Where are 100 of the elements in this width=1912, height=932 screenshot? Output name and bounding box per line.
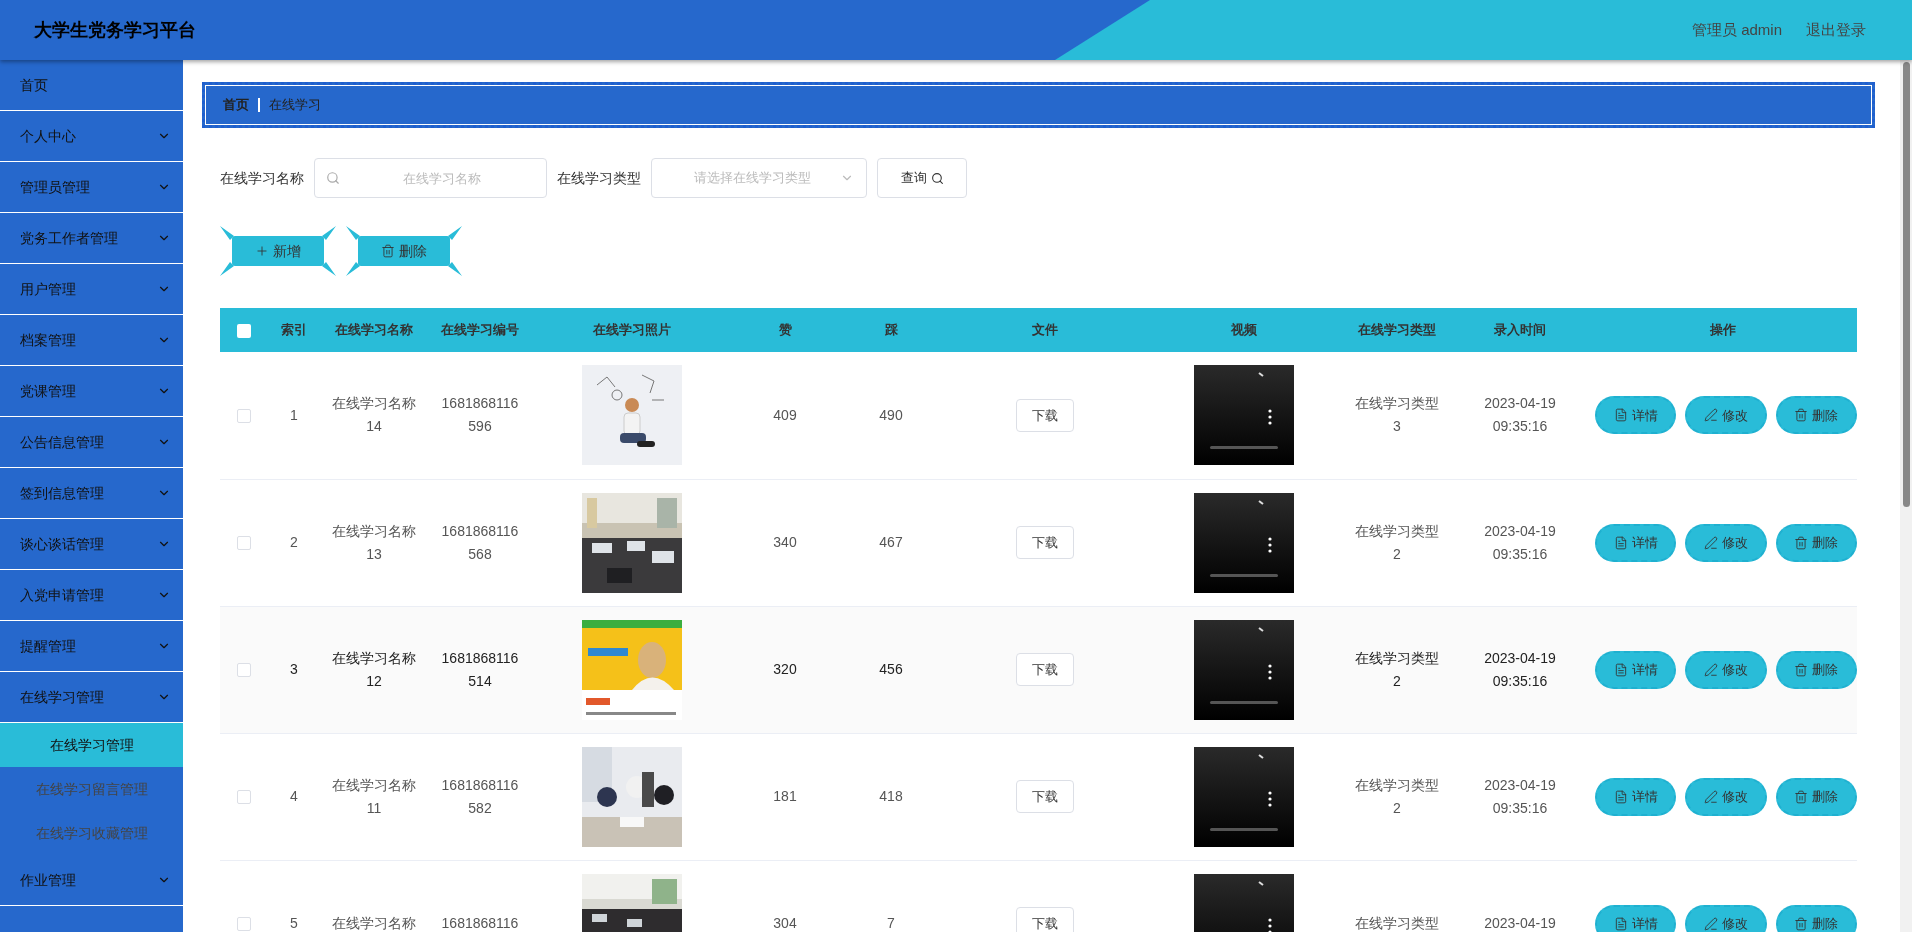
table-cell-text: 1681868116 — [441, 914, 519, 932]
sidebar-item[interactable]: 首页 — [0, 60, 183, 111]
name-search-field[interactable]: 在线学习名称 — [314, 158, 547, 198]
delete-button[interactable]: 删除 — [346, 226, 462, 276]
row-checkbox[interactable] — [237, 790, 251, 805]
edit-button[interactable]: 修改 — [1685, 650, 1767, 689]
sidebar-item[interactable]: 作业管理 — [0, 855, 183, 906]
row-checkbox[interactable] — [237, 917, 251, 932]
table-cell-text: 在线学习名称 12 — [332, 648, 416, 691]
trash-icon — [1794, 535, 1809, 550]
breadcrumb-link[interactable]: 在线学习 — [269, 95, 321, 115]
sidebar-item[interactable]: 用户管理 — [0, 264, 183, 315]
pencil-icon — [1704, 916, 1718, 931]
column-header: 文件 — [944, 308, 1146, 352]
column-header: 在线学习类型 — [1342, 308, 1452, 352]
table-cell: 409 — [773, 406, 797, 423]
video-player[interactable] — [1194, 619, 1294, 720]
table-cell: 7 — [887, 915, 895, 931]
column-header: 踩 — [838, 308, 944, 352]
table-cell-text: 1681868116 582 — [441, 775, 519, 818]
pencil-icon — [1704, 408, 1718, 423]
table-cell-text: 在线学习类型 3 — [1355, 394, 1439, 437]
sidebar-item[interactable]: 公告信息管理 — [0, 417, 183, 468]
download-button[interactable]: 下载 — [1016, 398, 1074, 432]
logout-link[interactable]: 退出登录 — [1806, 18, 1866, 42]
row-checkbox[interactable] — [237, 663, 251, 678]
details-button[interactable]: 详情 — [1595, 523, 1677, 562]
sidebar-item[interactable]: 党课管理 — [0, 366, 183, 417]
sidebar-item[interactable]: 入党申请管理 — [0, 570, 183, 621]
select-all-checkbox[interactable] — [237, 323, 251, 338]
video-player[interactable] — [1194, 365, 1294, 466]
search-icon — [326, 171, 340, 185]
pencil-icon — [1704, 535, 1718, 550]
table-cell-text: 在线学习类型 2 — [1355, 775, 1439, 818]
edit-button[interactable]: 修改 — [1685, 396, 1767, 435]
delete-button[interactable]: 删除 — [1775, 396, 1857, 435]
sidebar-item[interactable]: 党务工作者管理 — [0, 213, 183, 264]
table-cell: 456 — [879, 661, 903, 677]
table-cell-text: 在线学习名称 14 — [332, 394, 416, 437]
sidebar-item[interactable]: 签到信息管理 — [0, 468, 183, 519]
details-button[interactable]: 详情 — [1595, 904, 1677, 932]
table-cell: 2 — [290, 534, 298, 550]
column-header: 在线学习照片 — [532, 308, 732, 352]
trash-icon — [1794, 408, 1809, 423]
trash-icon — [1794, 789, 1809, 804]
details-button[interactable]: 详情 — [1595, 650, 1677, 689]
sidebar-item[interactable]: 档案管理 — [0, 315, 183, 366]
delete-button[interactable]: 删除 — [1775, 777, 1857, 816]
edit-button[interactable]: 修改 — [1685, 523, 1767, 562]
video-player[interactable] — [1194, 492, 1294, 593]
row-checkbox[interactable] — [237, 409, 251, 424]
table-cell-text: 在线学习名称 13 — [332, 521, 416, 564]
column-header: 录入时间 — [1452, 308, 1588, 352]
download-button[interactable]: 下载 — [1016, 526, 1074, 559]
table-cell-text: 在线学习名称 — [332, 914, 416, 932]
column-header: 操作 — [1588, 308, 1857, 352]
download-button[interactable]: 下载 — [1016, 653, 1074, 686]
table-cell: 418 — [879, 788, 903, 804]
column-header: 在线学习名称 — [320, 308, 428, 352]
edit-button[interactable]: 修改 — [1685, 904, 1767, 932]
column-header: 索引 — [268, 308, 320, 352]
table-cell-text: 在线学习名称 11 — [332, 775, 416, 818]
field-label: 在线学习类型 — [557, 168, 641, 188]
table-cell: 304 — [773, 915, 797, 931]
site-title: 大学生党务学习平台 — [34, 18, 196, 42]
sidebar-item[interactable]: 提醒管理 — [0, 621, 183, 672]
column-header: 视频 — [1146, 308, 1342, 352]
table-cell-text: 1681868116 568 — [441, 521, 519, 564]
table-cell-text: 2023-04-19 09:35:16 — [1484, 648, 1556, 691]
sidebar-item[interactable]: 个人中心 — [0, 111, 183, 162]
document-icon — [1613, 916, 1628, 931]
video-player[interactable] — [1194, 746, 1294, 847]
sidebar-item[interactable]: 谈心谈话管理 — [0, 519, 183, 570]
delete-button[interactable]: 删除 — [1775, 523, 1857, 562]
trash-icon — [381, 244, 395, 258]
table-cell: 340 — [773, 534, 797, 550]
details-button[interactable]: 详情 — [1595, 396, 1677, 435]
document-icon — [1613, 789, 1628, 804]
row-checkbox[interactable] — [237, 536, 251, 551]
download-button[interactable]: 下载 — [1016, 780, 1074, 813]
edit-button[interactable]: 修改 — [1685, 777, 1767, 816]
delete-button[interactable]: 删除 — [1775, 904, 1857, 932]
table-cell-text: 2023-04-19 09:35:16 — [1484, 394, 1556, 437]
document-icon — [1613, 408, 1628, 423]
table-cell-text: 1681868116 514 — [441, 648, 519, 691]
table-cell: 320 — [773, 661, 797, 677]
user-label: 管理员 admin — [1691, 19, 1782, 40]
column-header: 在线学习编号 — [428, 308, 532, 352]
table-cell: 467 — [879, 534, 903, 550]
delete-button[interactable]: 删除 — [1775, 650, 1857, 689]
table-cell: 4 — [290, 788, 298, 804]
breadcrumb-link[interactable]: 首页 — [223, 95, 249, 115]
details-button[interactable]: 详情 — [1595, 777, 1677, 816]
sidebar-item[interactable]: 管理员管理 — [0, 162, 183, 213]
query-button[interactable]: 查询 — [877, 158, 967, 198]
download-button[interactable]: 下载 — [1016, 907, 1074, 932]
submenu-item[interactable]: 在线学习管理 — [0, 723, 183, 767]
trash-icon — [1794, 662, 1809, 677]
add-button[interactable]: 新增 — [220, 226, 336, 276]
pencil-icon — [1704, 662, 1718, 677]
